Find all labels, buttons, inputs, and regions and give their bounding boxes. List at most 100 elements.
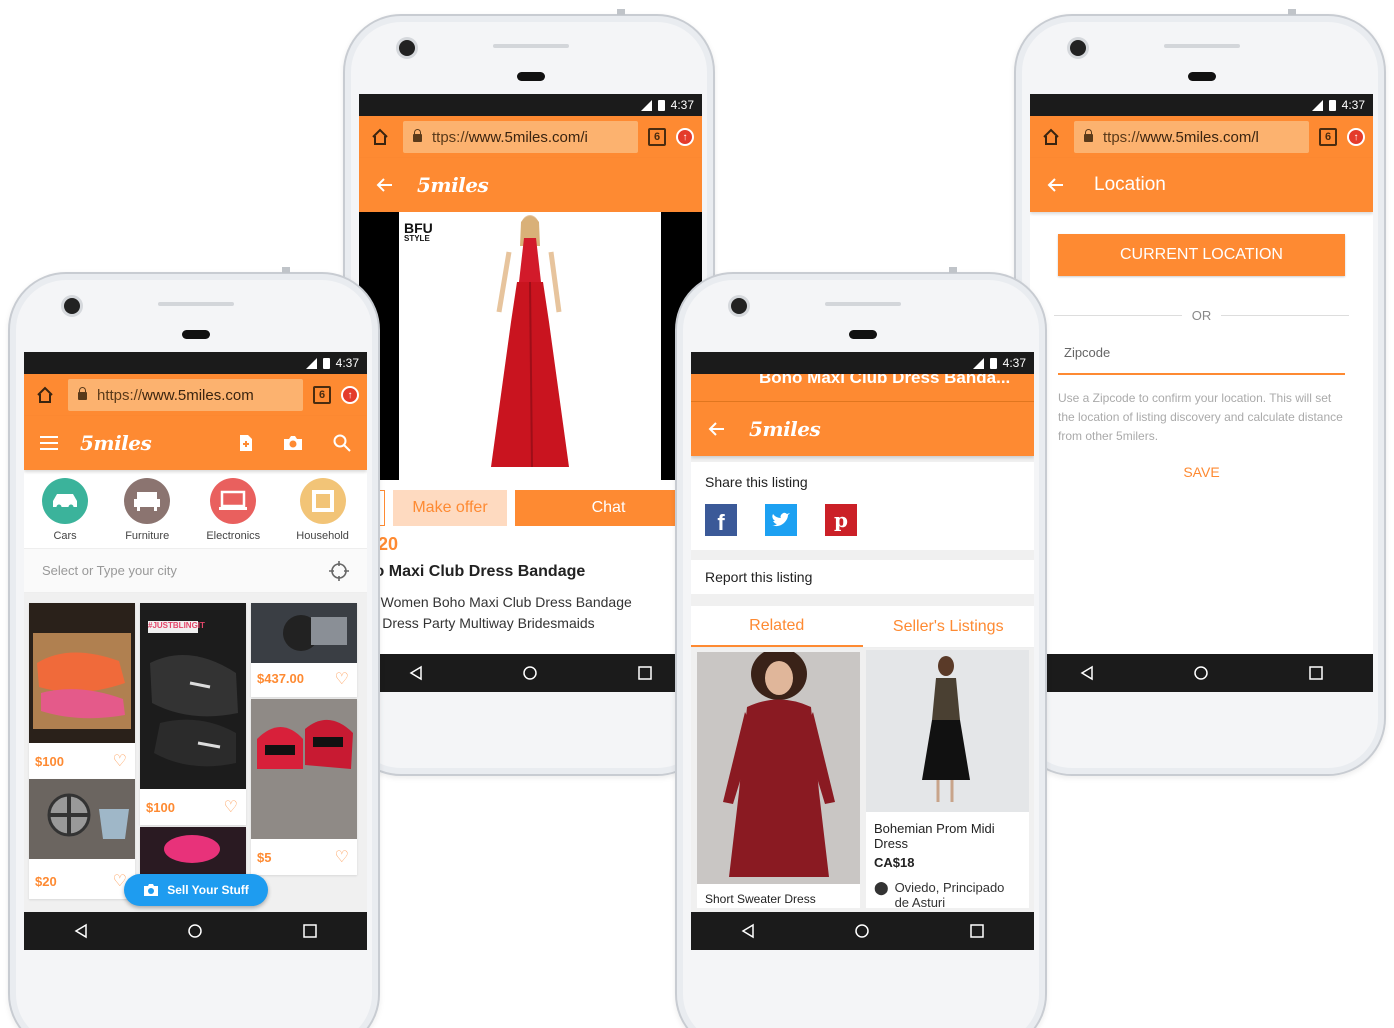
category-label: Furniture [125,530,170,542]
nav-recents-icon[interactable] [1308,665,1324,681]
share-section: Share this listing f p [691,462,1034,550]
current-location-button[interactable]: CURRENT LOCATION [1058,234,1345,276]
nav-back-icon[interactable] [408,665,424,681]
category-household[interactable]: Household [296,478,349,542]
heart-icon[interactable]: ♡ [113,751,127,771]
front-camera [399,40,415,56]
sticker-text: #JUSTBLINGIT [148,621,205,630]
item-location: Oviedo, Principado de Asturi [894,880,1005,910]
city-input[interactable]: Select or Type your city [42,563,177,578]
listing-price: $100 [35,754,64,769]
url-scheme: ttps:// [1103,128,1140,146]
camera-icon[interactable] [283,435,303,451]
report-listing-button[interactable]: Report this listing [691,560,1034,594]
brand-bottom: STYLE [404,233,430,243]
or-divider: OR [1030,308,1373,323]
list-item[interactable]: $437.00 ♡ [251,603,357,697]
front-camera [731,298,747,314]
nav-back-icon[interactable] [1079,665,1095,681]
heart-icon[interactable]: ♡ [224,797,238,817]
pinterest-icon[interactable]: p [825,504,857,536]
city-selector[interactable]: Select or Type your city [24,549,367,593]
nav-back-icon[interactable] [73,923,89,939]
nav-home-icon[interactable] [854,923,870,939]
back-arrow-icon[interactable] [707,419,727,439]
listing-header-title: Boho Maxi Club Dress Banda... [759,374,1011,387]
sensor [849,330,877,339]
tabs-count-button[interactable]: 6 [313,386,331,404]
category-furniture[interactable]: Furniture [124,478,171,542]
list-item[interactable]: $5 ♡ [251,699,357,875]
url-scheme: ttps:// [432,128,469,146]
product-gallery[interactable]: BFU STYLE 1/ [359,212,702,480]
nav-home-icon[interactable] [187,923,203,939]
heart-icon[interactable]: ♡ [335,669,349,689]
red-dress-image [491,215,569,468]
facebook-icon[interactable]: f [705,504,737,536]
listing-price: A$20 [359,534,702,555]
home-icon[interactable] [1038,124,1064,150]
nav-recents-icon[interactable] [302,923,318,939]
status-time: 4:37 [1002,356,1026,370]
list-item[interactable]: Short Sweater Dress [697,648,860,908]
tabs-count-button[interactable]: 6 [1319,128,1337,146]
signal-icon [305,357,317,369]
heart-icon[interactable]: ♡ [335,847,349,867]
listing-price: $5 [257,850,272,865]
make-offer-button[interactable]: Make offer [393,490,507,526]
list-item[interactable]: $100 ♡ [29,603,135,779]
home-icon[interactable] [367,124,393,150]
listing-price: $437.00 [257,671,304,686]
save-button[interactable]: SAVE [1030,464,1373,480]
nav-home-icon[interactable] [522,665,538,681]
sell-your-stuff-button[interactable]: Sell Your Stuff [124,874,268,906]
action-row: ♡ Make offer Chat [359,480,702,536]
home-icon[interactable] [32,382,58,408]
update-icon[interactable]: ↑ [341,386,359,404]
nav-home-icon[interactable] [1193,665,1209,681]
search-icon[interactable] [333,434,351,452]
back-arrow-icon[interactable] [375,175,395,195]
tab-related[interactable]: Related [691,606,863,647]
menu-icon[interactable] [40,436,58,450]
nav-recents-icon[interactable] [637,665,653,681]
nav-back-icon[interactable] [740,923,756,939]
system-nav-bar [691,912,1034,950]
nav-recents-icon[interactable] [969,923,985,939]
add-listing-icon[interactable] [239,434,253,452]
screen: 4:37 https://www.5miles.com 6 ↑ 5miles C… [24,352,367,950]
phone-product: 4:37 ttps://www.5miles.com/i 6 ↑ 5miles [343,9,715,776]
list-item[interactable]: Bohemian Prom Midi Dress CA$18 ⬤ Oviedo,… [866,650,1029,910]
list-item[interactable]: $20 ♡ [29,779,135,899]
listing-price: $100 [146,800,175,815]
tab-sellers-listings[interactable]: Seller's Listings [863,606,1035,647]
listing-tabs: Related Seller's Listings [691,606,1034,648]
update-icon[interactable]: ↑ [676,128,694,146]
browser-url-bar: https://www.5miles.com 6 ↑ [24,374,367,416]
chat-button[interactable]: Chat [515,490,702,526]
category-electronics[interactable]: Electronics [206,478,260,542]
list-item[interactable]: #JUSTBLINGIT $100 ♡ [140,603,246,825]
browser-url-bar: ttps://www.5miles.com/i 6 ↑ [359,116,702,158]
app-logo[interactable]: 5miles [749,417,821,441]
front-camera [1070,40,1086,56]
bling-shoes-image: #JUSTBLINGIT [140,603,246,789]
tabs-count-button[interactable]: 6 [648,128,666,146]
back-arrow-icon[interactable] [1046,175,1066,195]
app-logo[interactable]: 5miles [80,431,152,455]
url-field[interactable]: https://www.5miles.com [68,379,303,411]
locate-crosshair-icon[interactable] [329,560,349,581]
car-icon [42,478,89,524]
app-logo[interactable]: 5miles [417,173,489,197]
category-cars[interactable]: Cars [42,478,89,542]
laptop-icon [210,478,257,524]
update-icon[interactable]: ↑ [1347,128,1365,146]
sensor [517,72,545,81]
url-field[interactable]: ttps://www.5miles.com/l [1074,121,1309,153]
system-nav-bar [359,654,702,692]
twitter-icon[interactable] [765,504,797,536]
url-field[interactable]: ttps://www.5miles.com/i [403,121,638,153]
brand-top: BFU [404,220,433,236]
stage: 4:37 ttps://www.5miles.com/i 6 ↑ 5miles [0,0,1394,1028]
zipcode-input[interactable]: Zipcode [1058,345,1345,375]
